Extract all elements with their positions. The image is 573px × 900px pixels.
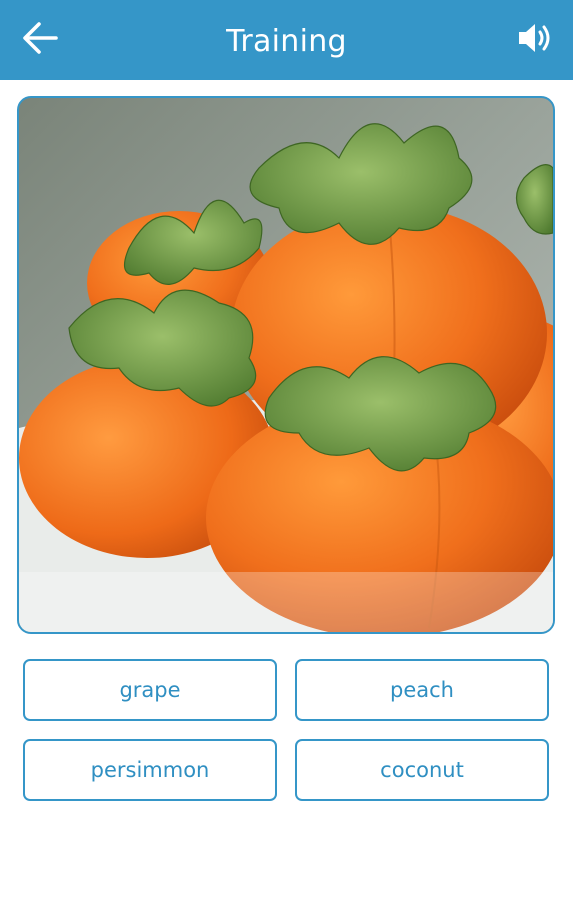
question-image (17, 96, 555, 634)
page-title: Training (226, 24, 347, 59)
sound-button[interactable] (515, 20, 555, 60)
answer-button-peach[interactable]: peach (295, 659, 549, 721)
training-screen: Training grape peach persimmon coconut (0, 0, 573, 900)
answer-button-grape[interactable]: grape (23, 659, 277, 721)
answer-button-persimmon[interactable]: persimmon (23, 739, 277, 801)
app-header: Training (0, 0, 573, 80)
speaker-volume-icon (516, 20, 554, 60)
answer-button-coconut[interactable]: coconut (295, 739, 549, 801)
persimmon-photo (19, 98, 553, 632)
